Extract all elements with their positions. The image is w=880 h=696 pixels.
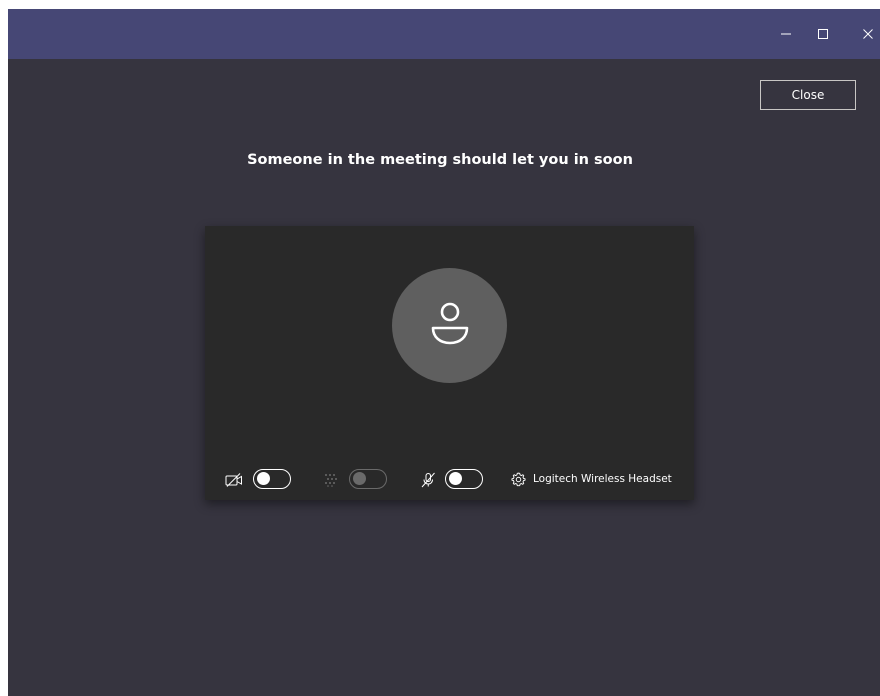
- maximize-button[interactable]: [808, 19, 838, 49]
- window-close-button[interactable]: [853, 19, 880, 49]
- mic-off-icon: [419, 471, 437, 489]
- audio-device-settings[interactable]: Logitech Wireless Headset: [511, 469, 672, 489]
- mic-toggle[interactable]: [445, 469, 483, 489]
- person-icon: [427, 301, 473, 351]
- avatar: [392, 268, 507, 383]
- minimize-icon: [780, 28, 792, 40]
- background-blur-icon: [322, 471, 340, 489]
- audio-device-label: Logitech Wireless Headset: [533, 473, 672, 485]
- maximize-icon: [817, 28, 829, 40]
- minimize-button[interactable]: [771, 19, 801, 49]
- close-button[interactable]: Close: [760, 80, 856, 110]
- title-bar: [8, 9, 880, 59]
- camera-off-icon: [225, 471, 243, 489]
- lobby-heading: Someone in the meeting should let you in…: [247, 152, 633, 168]
- video-preview: Logitech Wireless Headset: [205, 226, 694, 500]
- camera-toggle[interactable]: [253, 469, 291, 489]
- close-icon: [862, 28, 874, 40]
- background-blur-toggle: [349, 469, 387, 489]
- meeting-lobby-window: Close Someone in the meeting should let …: [8, 9, 880, 696]
- gear-icon: [511, 472, 526, 487]
- preview-controls: Logitech Wireless Headset: [205, 465, 694, 495]
